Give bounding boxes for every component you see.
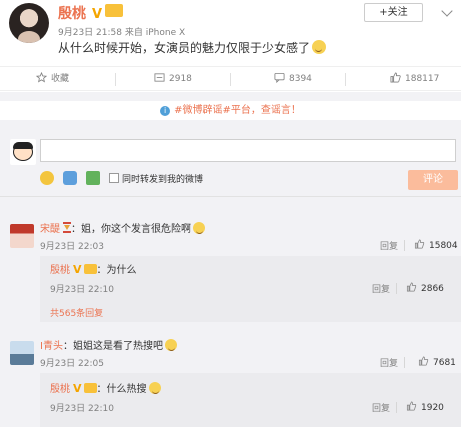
hourglass-badge-icon (63, 222, 71, 233)
reply-reply-button[interactable]: 回复 (372, 401, 390, 414)
follow-button[interactable]: +关注 (364, 3, 423, 22)
action-divider (230, 73, 231, 86)
comment-like-count: 15804 (429, 241, 458, 251)
like-icon (418, 356, 429, 366)
post-meta: 9月23日 21:58 来自 iPhone X (58, 25, 185, 38)
comment-section: i #微博辟谣#平台，查谣言！ 同时转发到我的微博 评论 宋醍 ：姐，你这个发言很危… (0, 92, 461, 427)
comment-count: 8394 (289, 74, 312, 84)
reply-author[interactable]: 殷桃 (50, 265, 70, 276)
reply-like-count: 1920 (421, 403, 444, 413)
topic-icon[interactable] (63, 171, 77, 185)
section-divider (0, 196, 461, 197)
comment-author[interactable]: I青头 (40, 341, 63, 352)
reply-body: 殷桃 V ：为什么 (50, 261, 137, 276)
verified-badge-icon: V (92, 7, 103, 22)
comment-button[interactable]: 8394 (274, 67, 312, 92)
my-avatar-hair (13, 142, 33, 149)
comment-reply-button[interactable]: 回复 (380, 356, 398, 369)
reply-body: 殷桃 V ：什么热搜 (50, 380, 161, 395)
smile-emoji-icon (312, 40, 327, 54)
my-avatar (10, 139, 36, 165)
composer-toolbar: 同时转发到我的微博 (40, 171, 203, 187)
laugh-emoji-icon (193, 222, 205, 234)
post-action-bar: 收藏 2918 8394 188117 (0, 66, 461, 91)
vip-badge-icon (105, 4, 124, 17)
reply-like-button[interactable]: 2866 (406, 282, 444, 294)
reply-like-divider (404, 240, 405, 251)
reply-time: 9月23日 22:10 (50, 404, 114, 414)
reply-like-button[interactable]: 1920 (406, 401, 444, 413)
comment-icon (274, 72, 285, 83)
comment-avatar[interactable] (10, 224, 34, 248)
post-time[interactable]: 9月23日 21:58 (58, 28, 122, 38)
like-button[interactable]: 188117 (390, 67, 439, 92)
chevron-down-icon[interactable] (441, 5, 453, 17)
weibo-post: 殷桃 V 9月23日 21:58 来自 iPhone X 从什么时候开始，女演员的… (0, 0, 461, 66)
reply-thread: 殷桃 V ：为什么 9月23日 22:10 回复 2866 共565条回复 (40, 256, 461, 322)
post-text: 从什么时候开始，女演员的魅力仅限于少女感了 (58, 39, 327, 56)
author-name-row: 殷桃 V (58, 3, 124, 23)
laugh-emoji-icon (148, 382, 161, 394)
favorite-label: 收藏 (51, 74, 70, 84)
favorite-button[interactable]: 收藏 (36, 67, 69, 92)
comment-like-button[interactable]: 15804 (414, 239, 458, 251)
repost-icon (154, 73, 165, 82)
emoji-icon[interactable] (40, 171, 54, 185)
reply-like-divider (396, 402, 397, 413)
comment-body: 宋醍 ：姐，你这个发言很危险啊 (40, 220, 205, 235)
verified-badge-icon: V (73, 263, 82, 276)
reply-author[interactable]: 殷桃 (50, 384, 70, 395)
info-icon: i (160, 106, 171, 116)
rumor-notice-bar[interactable]: i #微博辟谣#平台，查谣言！ (0, 101, 461, 120)
vip-badge-icon (83, 264, 97, 274)
repost-checkbox-label: 同时转发到我的微博 (122, 175, 204, 185)
like-icon (414, 239, 425, 249)
reply-like-divider (404, 357, 405, 368)
comment-like-count: 7681 (433, 358, 456, 368)
submit-comment-label: 评论 (423, 174, 443, 185)
star-icon (36, 72, 47, 83)
reply-thread: 殷桃 V ：什么热搜 9月23日 22:10 回复 1920 (40, 373, 461, 427)
post-text-content: 从什么时候开始，女演员的魅力仅限于少女感了 (58, 41, 311, 55)
reply-text: ：为什么 (96, 265, 137, 276)
like-count: 188117 (405, 74, 440, 84)
comment-text: ：姐姐这是看了热搜吧 (62, 341, 163, 352)
comment-input[interactable] (40, 139, 456, 162)
repost-checkbox[interactable] (109, 173, 119, 183)
comment-author[interactable]: 宋醍 (40, 224, 60, 235)
reply-like-count: 2866 (421, 284, 444, 294)
reply-time: 9月23日 22:10 (50, 285, 114, 295)
submit-comment-button[interactable]: 评论 (408, 170, 458, 190)
expand-replies-link[interactable]: 共565条回复 (50, 306, 103, 319)
reply-like-divider (396, 283, 397, 294)
vip-badge-icon (83, 383, 97, 393)
reply-text: ：什么热搜 (96, 384, 147, 395)
reply-reply-button[interactable]: 回复 (372, 282, 390, 295)
repost-button[interactable]: 2918 (154, 67, 192, 92)
image-icon[interactable] (86, 171, 100, 185)
repost-count: 2918 (169, 74, 192, 84)
post-source: 来自 iPhone X (124, 28, 186, 38)
comment-avatar[interactable] (10, 341, 34, 365)
action-divider (345, 73, 346, 86)
verified-badge-icon: V (73, 382, 82, 395)
comment-time: 9月23日 22:03 (40, 242, 104, 252)
author-avatar[interactable] (9, 3, 49, 43)
smile-emoji-icon (164, 339, 177, 351)
follow-button-label: +关注 (379, 7, 408, 18)
comment-text: ：姐，你这个发言很危险啊 (71, 224, 191, 235)
action-divider (115, 73, 116, 86)
comment-body: I青头：姐姐这是看了热搜吧 (40, 337, 177, 352)
like-icon (406, 401, 417, 411)
like-icon (390, 72, 401, 83)
comment-like-button[interactable]: 7681 (418, 356, 456, 368)
comment-time: 9月23日 22:05 (40, 359, 104, 369)
like-icon (406, 282, 417, 292)
author-name[interactable]: 殷桃 (58, 6, 86, 22)
comment-reply-button[interactable]: 回复 (380, 239, 398, 252)
rumor-notice-text: #微博辟谣#平台，查谣言！ (174, 105, 301, 116)
